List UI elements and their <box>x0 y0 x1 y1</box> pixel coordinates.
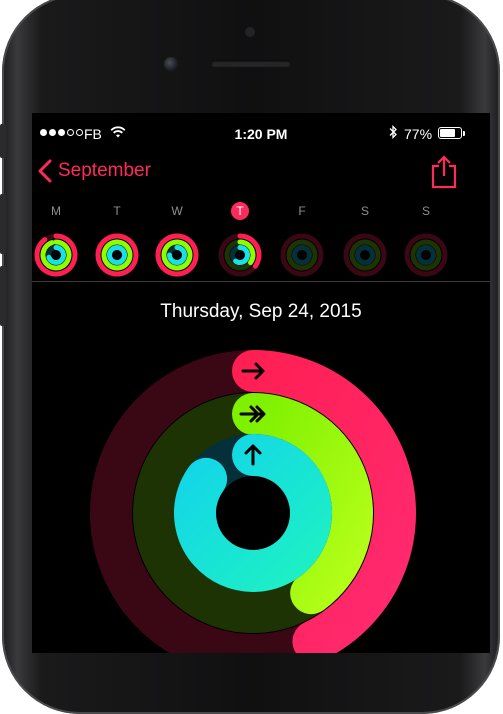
earpiece-speaker <box>211 60 291 67</box>
status-bar: FB 1:20 PM 77% <box>32 113 490 142</box>
weekday-1[interactable]: T <box>106 202 128 220</box>
volume-down-button <box>0 266 6 326</box>
screen: FB 1:20 PM 77% September M T W T F S S Thursda… <box>32 113 490 653</box>
weekday-letter: T <box>236 204 244 218</box>
weekday-letter: M <box>51 204 61 218</box>
stand-ring-progress <box>174 434 332 592</box>
bluetooth-icon <box>389 125 397 139</box>
weekday-letter: T <box>113 204 121 218</box>
weekday-header: MTWTFSS <box>32 202 490 222</box>
back-label: September <box>58 160 151 181</box>
chevron-left-icon <box>38 159 52 183</box>
volume-up-button <box>0 194 6 254</box>
weekday-5[interactable]: S <box>354 202 376 220</box>
mute-switch <box>0 124 6 158</box>
day-rings-3[interactable] <box>218 233 262 277</box>
day-ring-track <box>292 245 312 265</box>
day-rings-2[interactable] <box>155 233 199 277</box>
day-ring-progress <box>107 245 127 265</box>
weekday-letter: F <box>298 204 306 218</box>
weekday-3[interactable]: T <box>229 202 251 220</box>
share-icon[interactable] <box>430 155 458 189</box>
front-camera <box>164 57 178 71</box>
proximity-sensor <box>245 27 255 37</box>
weekday-letter: S <box>360 204 369 218</box>
divider <box>32 281 490 282</box>
weekday-4[interactable]: F <box>291 202 313 220</box>
weekday-letter: W <box>171 204 183 218</box>
battery-tip <box>463 131 465 136</box>
day-rings-6[interactable] <box>404 233 448 277</box>
weekday-2[interactable]: W <box>166 202 188 220</box>
weekday-6[interactable]: S <box>415 202 437 220</box>
day-ring-track <box>355 245 375 265</box>
daily-activity-rings[interactable] <box>32 338 490 653</box>
weekday-letter: S <box>421 204 430 218</box>
battery-percent: 77% <box>404 126 433 142</box>
day-rings-1[interactable] <box>95 233 139 277</box>
selected-date: Thursday, Sep 24, 2015 <box>160 301 362 322</box>
back-button[interactable]: September <box>38 159 151 183</box>
day-rings-4[interactable] <box>280 233 324 277</box>
day-rings-5[interactable] <box>343 233 387 277</box>
week-activity-rings <box>34 233 448 277</box>
day-rings-0[interactable] <box>34 233 78 277</box>
battery-icon <box>438 127 462 139</box>
weekday-0[interactable]: M <box>45 202 67 220</box>
day-ring-track <box>416 245 436 265</box>
